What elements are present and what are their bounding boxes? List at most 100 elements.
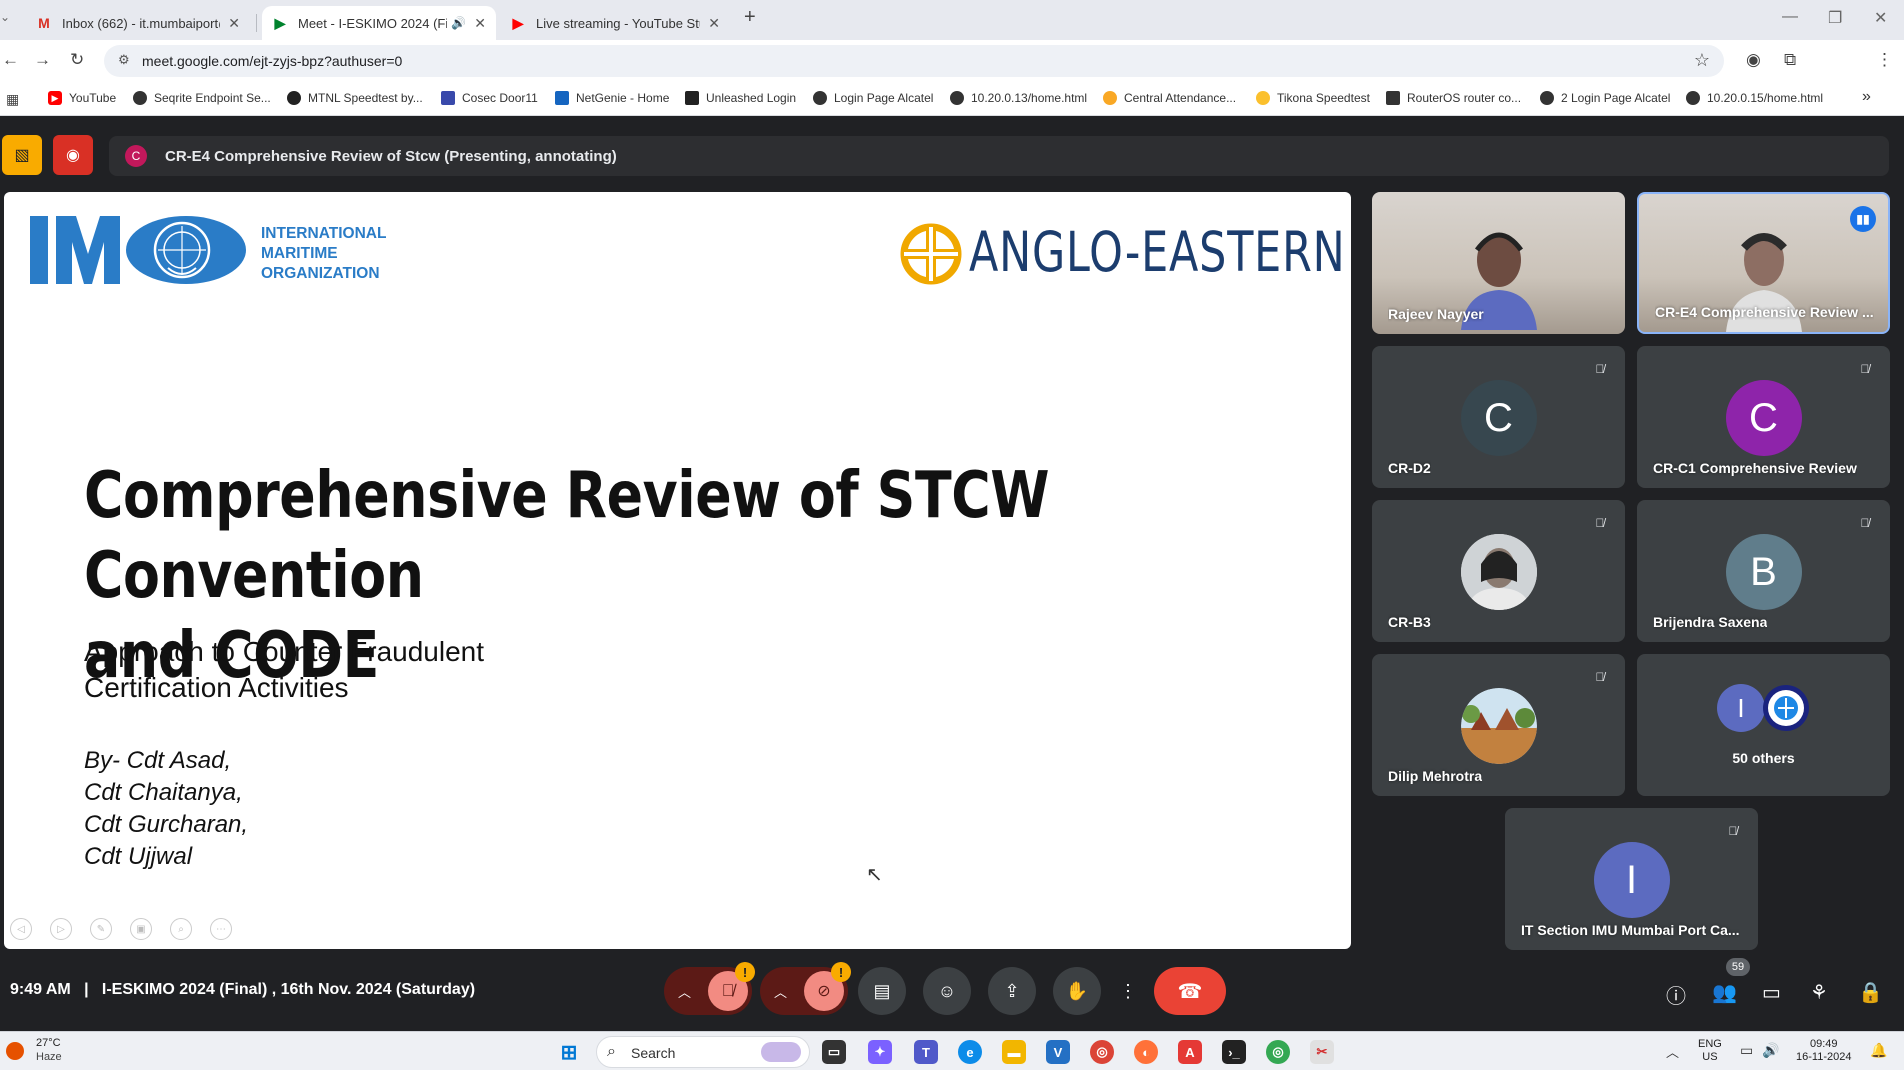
participant-photo (1460, 534, 1537, 610)
present-button[interactable]: ⇪ (988, 967, 1036, 1015)
address-bar[interactable]: ⚙ meet.google.com/ejt-zyjs-bpz?authuser=… (104, 45, 1724, 77)
windows-taskbar: 27°C Haze ⊞ ⌕ Search ▭ ✦ T e ▬ V ◎ ◐ A ›… (0, 1031, 1904, 1070)
bookmark-10-20-0-15[interactable]: 10.20.0.15/home.html (1686, 91, 1823, 105)
snipping-tool-icon[interactable]: ✂ (1310, 1040, 1334, 1064)
bookmark-routeros[interactable]: RouterOS router co... (1386, 91, 1521, 105)
bookmark-central-attendance[interactable]: Central Attendance... (1103, 91, 1236, 105)
extension-icon[interactable]: ◉ (1746, 50, 1761, 70)
participant-name: 50 others (1732, 750, 1795, 766)
captions-off-icon[interactable]: ▧ (2, 135, 42, 175)
participant-count-badge: 59 (1726, 958, 1750, 976)
taskbar-search[interactable]: ⌕ Search (596, 1036, 810, 1068)
globe-icon (1540, 91, 1554, 105)
bookmark-tikona[interactable]: Tikona Speedtest (1256, 91, 1370, 105)
bookmark-alcatel[interactable]: Login Page Alcatel (813, 91, 933, 105)
reactions-button[interactable]: ☺ (923, 967, 971, 1015)
close-window-icon[interactable]: ✕ (1874, 8, 1887, 28)
participant-tile-it-section[interactable]: 🎙̸ I IT Section IMU Mumbai Port Ca... (1505, 808, 1758, 950)
copilot-icon[interactable]: ✦ (868, 1040, 892, 1064)
people-icon[interactable]: 👥 (1712, 980, 1737, 1005)
bookmark-unleashed[interactable]: Unleashed Login (685, 91, 796, 105)
site-info-icon[interactable]: ⚙ (118, 52, 130, 68)
file-explorer-icon[interactable]: ▬ (1002, 1040, 1026, 1064)
more-bookmarks-icon[interactable]: » (1862, 88, 1871, 106)
windows-start-icon[interactable]: ⊞ (557, 1040, 581, 1064)
reload-icon[interactable]: ↻ (70, 50, 84, 70)
bookmark-youtube[interactable]: ▶ YouTube (48, 91, 116, 105)
teams-icon[interactable]: T (914, 1040, 938, 1064)
bookmark-star-icon[interactable]: ☆ (1694, 50, 1710, 71)
slide-more-icon[interactable]: ⋯ (210, 918, 232, 940)
leave-call-button[interactable]: ☎ (1154, 967, 1226, 1015)
forward-icon[interactable]: → (34, 50, 51, 70)
bookmark-mtnl[interactable]: MTNL Speedtest by... (287, 91, 423, 105)
emoji-icon: ☺ (937, 980, 957, 1001)
participant-tile-cr-c1[interactable]: 🎙̸ C CR-C1 Comprehensive Review (1637, 346, 1890, 488)
participant-tile-dilip-mehrotra[interactable]: 🎙̸ Dilip Mehrotra (1372, 654, 1625, 796)
bookmark-10-20-0-13[interactable]: 10.20.0.13/home.html (950, 91, 1087, 105)
participant-tile-rajeev-nayyer[interactable]: Rajeev Nayyer (1372, 192, 1625, 334)
vscode-icon[interactable]: V (1046, 1040, 1070, 1064)
tab-gmail[interactable]: M Inbox (662) - it.mumbaiport@in ✕ (26, 6, 250, 40)
recording-icon[interactable]: ◉ (53, 135, 93, 175)
notification-bell-icon[interactable]: 🔔 (1870, 1042, 1887, 1059)
chrome-icon[interactable]: ◎ (1090, 1040, 1114, 1064)
network-icon[interactable]: ▭ (1740, 1042, 1753, 1059)
chrome-profile-icon[interactable]: ◎ (1266, 1040, 1290, 1064)
camera-warning-icon: ! (831, 962, 851, 982)
close-tab-icon[interactable]: ✕ (474, 15, 486, 32)
edge-icon[interactable]: e (958, 1040, 982, 1064)
firefox-icon[interactable]: ◐ (1134, 1040, 1158, 1064)
participant-tile-cr-b3[interactable]: 🎙̸ CR-B3 (1372, 500, 1625, 642)
slide-pages-icon[interactable]: ▣ (130, 918, 152, 940)
back-icon[interactable]: ← (2, 50, 19, 70)
speaker-icon[interactable]: 🔊 (451, 16, 466, 30)
new-tab-button[interactable]: + (744, 6, 756, 29)
weather-widget[interactable]: 27°C Haze (4, 1036, 84, 1066)
slide-pen-icon[interactable]: ✎ (90, 918, 112, 940)
language-indicator[interactable]: ENG US (1698, 1038, 1722, 1064)
extensions-puzzle-icon[interactable]: ⧉ (1784, 50, 1796, 70)
participant-tile-cr-e4[interactable]: ▮▮ CR-E4 Comprehensive Review ... (1637, 192, 1890, 334)
speedtest-icon (287, 91, 301, 105)
close-tab-icon[interactable]: ✕ (708, 15, 720, 32)
bookmark-seqrite[interactable]: Seqrite Endpoint Se... (133, 91, 271, 105)
youtube-icon: ▶ (48, 91, 62, 105)
cosec-icon (441, 91, 455, 105)
slide-zoom-icon[interactable]: ⌕ (170, 918, 192, 940)
bookmark-netgenie[interactable]: NetGenie - Home (555, 91, 669, 105)
volume-icon[interactable]: 🔊 (1762, 1042, 1779, 1059)
restore-icon[interactable]: ❐ (1828, 8, 1842, 28)
tab-meet[interactable]: ▶ Meet - I-ESKIMO 2024 (Fina 🔊 ✕ (262, 6, 496, 40)
participant-tile-others[interactable]: I 50 others (1637, 654, 1890, 796)
participant-tile-brijendra-saxena[interactable]: 🎙̸ B Brijendra Saxena (1637, 500, 1890, 642)
apps-grid-icon[interactable]: ▦ (6, 91, 19, 108)
participant-tile-cr-d2[interactable]: 🎙̸ C CR-D2 (1372, 346, 1625, 488)
acrobat-icon[interactable]: A (1178, 1040, 1202, 1064)
slide-next-icon[interactable]: ▷ (50, 918, 72, 940)
task-view-icon[interactable]: ▭ (822, 1040, 846, 1064)
minimize-icon[interactable]: — (1782, 8, 1798, 26)
chat-icon[interactable]: ▭ (1762, 980, 1781, 1005)
activities-icon[interactable]: ⚘ (1810, 980, 1828, 1005)
browser-menu-icon[interactable]: ⋮ (1876, 50, 1893, 70)
system-clock[interactable]: 09:49 16-11-2024 (1796, 1038, 1851, 1064)
tab-search-chevron-icon[interactable]: ⌄ (0, 10, 10, 24)
camera-options-chevron-icon[interactable]: ︿ (774, 982, 787, 1001)
tab-youtube-studio[interactable]: ▶ Live streaming - YouTube Studi ✕ (500, 6, 730, 40)
meeting-details-icon[interactable]: ⓘ (1666, 980, 1686, 1009)
globe-icon (950, 91, 964, 105)
bookmark-cosec[interactable]: Cosec Door11 (441, 91, 538, 105)
slide-prev-icon[interactable]: ◁ (10, 918, 32, 940)
raise-hand-button[interactable]: ✋ (1053, 967, 1101, 1015)
close-tab-icon[interactable]: ✕ (228, 15, 240, 32)
mic-options-chevron-icon[interactable]: ︿ (678, 982, 691, 1001)
bookmark-alcatel-2[interactable]: 2 Login Page Alcatel (1540, 91, 1670, 105)
captions-button[interactable]: ▤ (858, 967, 906, 1015)
meet-icon: ▶ (274, 14, 286, 31)
more-options-button[interactable]: ⋮ (1118, 967, 1138, 1015)
host-controls-icon[interactable]: 🔒 (1858, 980, 1883, 1005)
show-hidden-icons-icon[interactable]: ︿ (1666, 1042, 1679, 1061)
terminal-icon[interactable]: ›_ (1222, 1040, 1246, 1064)
participant-avatar: I (1717, 684, 1765, 732)
